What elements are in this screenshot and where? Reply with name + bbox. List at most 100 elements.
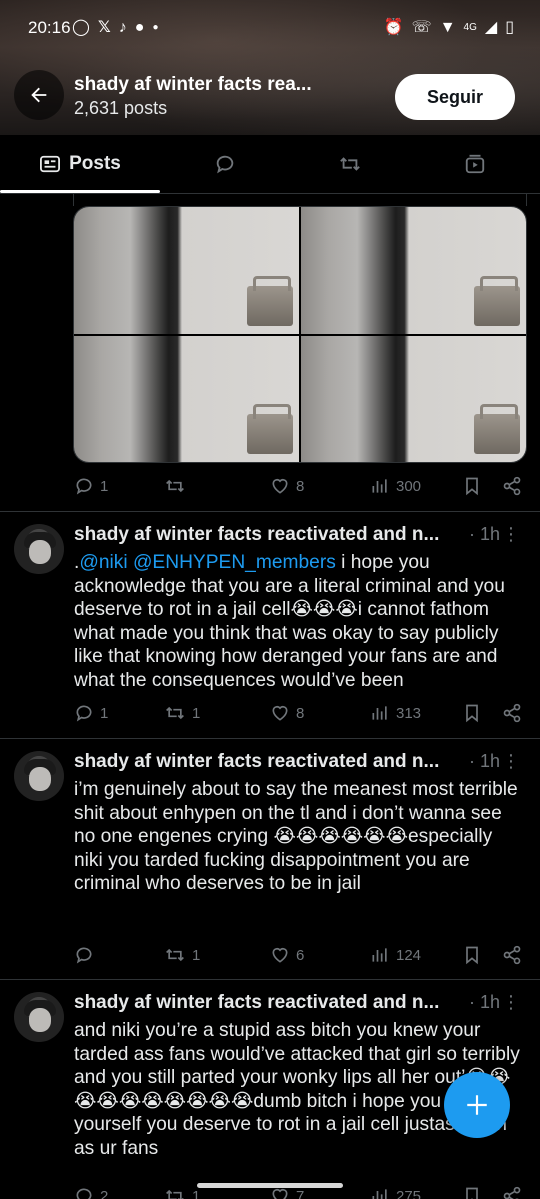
tweet-time[interactable]: · 1h <box>469 992 500 1013</box>
share-button[interactable] <box>502 698 528 728</box>
profile-tabs: Posts <box>0 135 540 194</box>
battery-icon: ▯ <box>505 19 514 36</box>
reply-button[interactable]: 2 <box>74 1181 108 1199</box>
reply-count: 1 <box>100 477 109 495</box>
repost-button[interactable]: 1 <box>164 1181 200 1199</box>
media-icon <box>465 154 485 174</box>
network-type: 4G <box>463 22 477 33</box>
avatar[interactable] <box>14 524 64 574</box>
tweet-media-grid[interactable] <box>73 206 527 463</box>
notification-icons: ◯ 𝕏 ♪ ● ● <box>72 18 159 38</box>
views-button[interactable]: 313 <box>370 698 421 728</box>
media-image[interactable] <box>74 207 299 334</box>
tweet-actions: 1 1 8 313 <box>74 698 524 728</box>
avatar[interactable] <box>14 992 64 1042</box>
views-icon <box>372 948 387 962</box>
tweet-header: shady af winter facts reactivated and n.… <box>74 992 528 1018</box>
reply-icon <box>216 155 234 174</box>
views-icon <box>372 479 387 493</box>
mentions[interactable]: @niki @ENHYPEN_members <box>79 552 335 573</box>
tab-posts-label: Posts <box>69 153 121 174</box>
status-time: 20:16 <box>28 18 71 37</box>
repost-icon <box>166 1189 184 1199</box>
author-name[interactable]: shady af winter facts reactivated and n.… <box>74 524 439 545</box>
shelf <box>247 275 293 326</box>
tweet-time[interactable]: · 1h <box>469 524 500 545</box>
posts-icon <box>40 155 61 173</box>
tweet-actions: 1 6 124 <box>74 940 524 970</box>
system-icons: ⏰ ☏ ▼ 4G ◢ ▯ <box>384 18 514 38</box>
share-button[interactable] <box>502 940 528 970</box>
reply-button[interactable]: 1 <box>74 471 108 501</box>
whatsapp-icon: ◯ <box>72 19 90 36</box>
views-button[interactable]: 124 <box>370 940 421 970</box>
alarm-icon: ⏰ <box>383 19 404 36</box>
avatar-face <box>29 540 51 564</box>
back-button[interactable] <box>14 70 64 120</box>
reply-button[interactable]: 1 <box>74 698 108 728</box>
share-button[interactable] <box>502 1181 524 1199</box>
shelf <box>247 404 293 454</box>
reply-icon <box>76 705 92 722</box>
divider <box>0 511 540 512</box>
bookmark-icon <box>466 477 478 496</box>
more-icon[interactable]: ⋮ <box>502 524 520 545</box>
like-count: 8 <box>296 477 305 495</box>
wifi-icon: ▼ <box>439 19 456 36</box>
repost-button[interactable]: 1 <box>164 698 200 728</box>
reply-icon <box>76 947 92 964</box>
view-count: 313 <box>396 704 422 722</box>
bookmark-icon <box>466 1187 478 1199</box>
tab-media[interactable] <box>430 135 520 193</box>
avatar[interactable] <box>14 751 64 801</box>
bookmark-button[interactable] <box>463 698 487 728</box>
heart-icon <box>272 478 288 494</box>
like-count: 7 <box>296 1187 305 1199</box>
views-button[interactable]: 275 <box>370 1181 421 1199</box>
plus-icon <box>467 1095 487 1115</box>
tab-reposts[interactable] <box>305 135 395 193</box>
repost-button[interactable]: 1 <box>164 940 200 970</box>
bookmark-button[interactable] <box>463 940 487 970</box>
tab-posts[interactable]: Posts <box>0 135 160 193</box>
bookmark-button[interactable] <box>463 1181 487 1199</box>
repost-icon <box>166 706 184 720</box>
repost-button[interactable] <box>164 471 192 501</box>
media-image[interactable] <box>74 335 299 462</box>
bookmark-button[interactable] <box>463 471 487 501</box>
like-count: 6 <box>296 946 305 964</box>
divider <box>0 738 540 739</box>
view-count: 275 <box>396 1187 422 1199</box>
tweet-actions: 1 8 300 <box>74 471 524 501</box>
more-icon[interactable]: ⋮ <box>502 751 520 772</box>
repost-icon <box>166 479 184 493</box>
like-button[interactable]: 8 <box>270 698 304 728</box>
home-indicator[interactable] <box>197 1183 343 1188</box>
share-button[interactable] <box>502 471 528 501</box>
more-icon[interactable]: ⋮ <box>502 992 520 1013</box>
follow-button[interactable]: Seguir <box>395 74 515 120</box>
chat-app-icon: ● <box>134 19 145 36</box>
share-icon <box>503 945 521 965</box>
media-image[interactable] <box>301 335 526 462</box>
author-name[interactable]: shady af winter facts reactivated and n.… <box>74 992 439 1013</box>
author-name[interactable]: shady af winter facts reactivated and n.… <box>74 751 439 772</box>
reply-button[interactable] <box>74 940 100 970</box>
compose-button[interactable] <box>444 1072 510 1138</box>
post-count: 2,631 posts <box>74 98 168 118</box>
reply-icon <box>76 1188 92 1199</box>
quoted-frame <box>73 193 527 206</box>
repost-icon <box>340 157 360 171</box>
tab-replies[interactable] <box>180 135 270 193</box>
media-image[interactable] <box>301 207 526 334</box>
status-bar: 20:16 ◯ 𝕏 ♪ ● ● ⏰ ☏ ▼ 4G ◢ ▯ <box>0 14 540 44</box>
share-icon <box>503 476 521 496</box>
like-count: 8 <box>296 704 305 722</box>
like-button[interactable]: 8 <box>270 471 304 501</box>
shelf <box>474 404 520 454</box>
like-button[interactable]: 6 <box>270 940 304 970</box>
views-button[interactable]: 300 <box>370 471 421 501</box>
tweet-time[interactable]: · 1h <box>469 751 500 772</box>
repost-count: 1 <box>192 946 201 964</box>
bookmark-icon <box>466 704 478 723</box>
